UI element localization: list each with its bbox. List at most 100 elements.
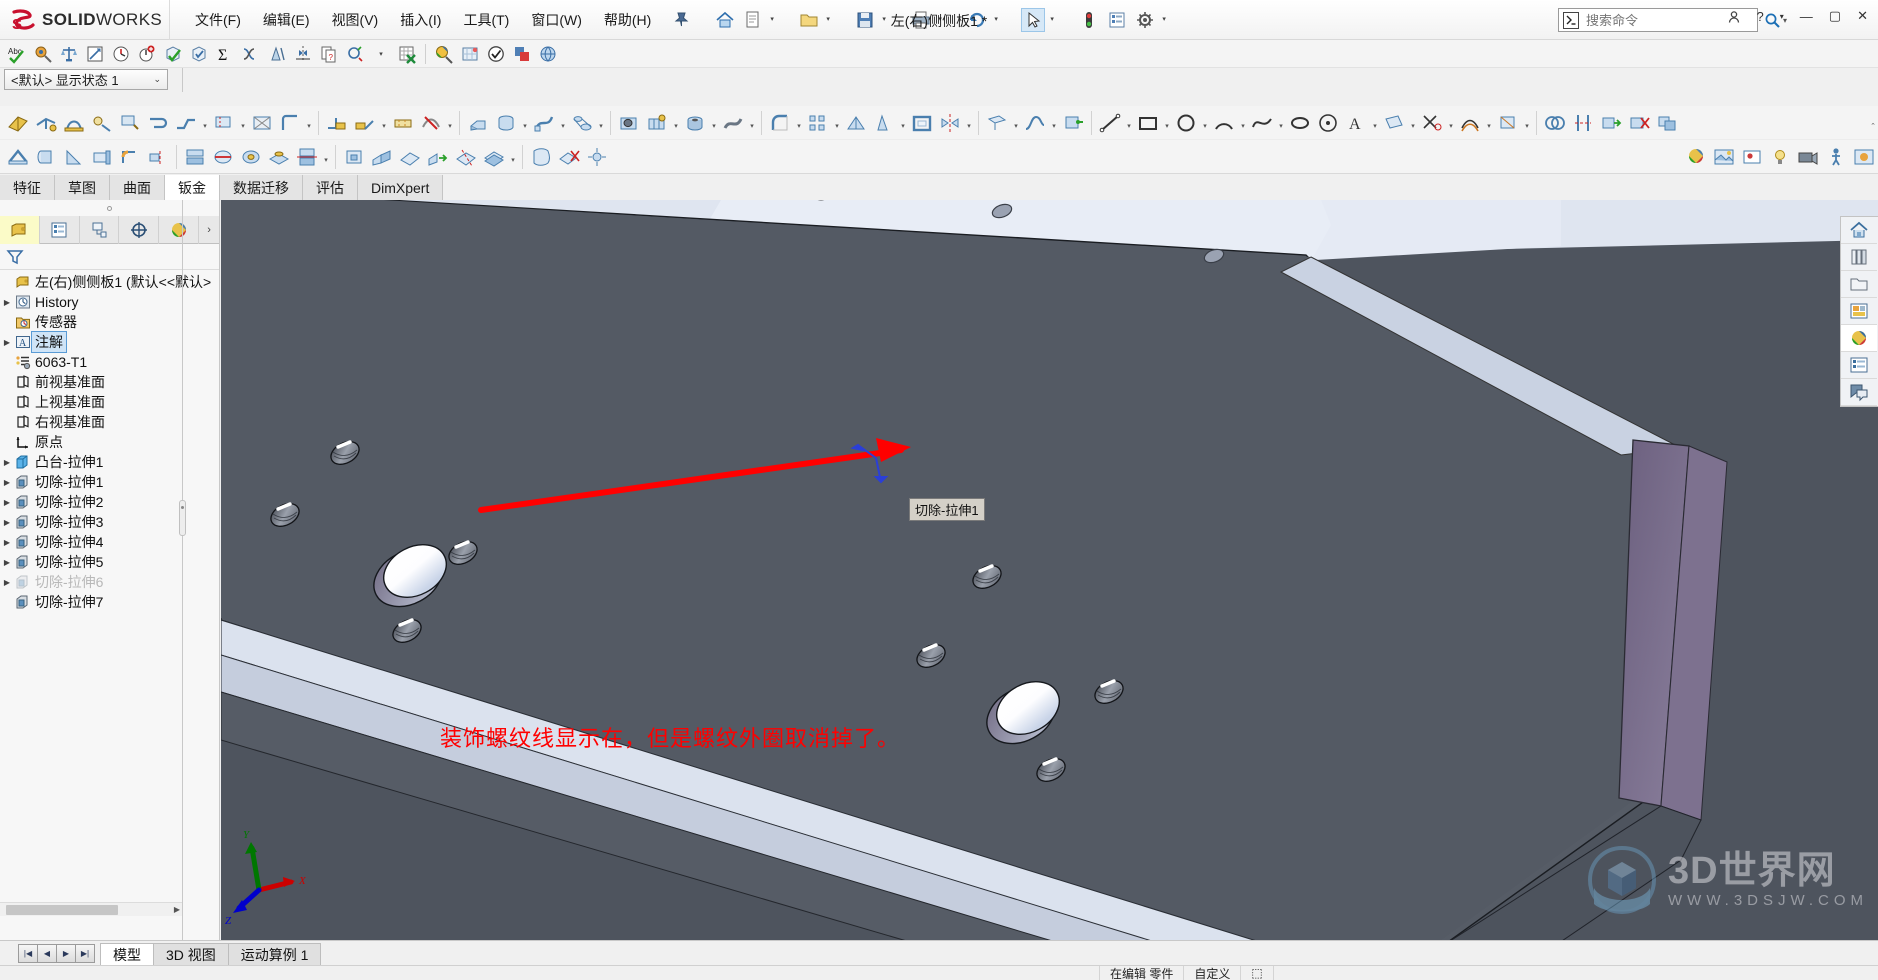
sensor-tool-icon[interactable] bbox=[108, 42, 134, 66]
help-icon[interactable]: ? bbox=[1753, 9, 1768, 24]
fillet-bead-tool-icon[interactable] bbox=[116, 142, 144, 172]
spline-caret-icon[interactable]: ▾ bbox=[1276, 108, 1286, 138]
view-settings-caret-icon[interactable]: ▾ bbox=[1039, 200, 1048, 203]
curvature-tool-icon[interactable] bbox=[238, 42, 264, 66]
swept-boss-tool-icon[interactable] bbox=[530, 108, 558, 138]
flatten-tool-icon[interactable] bbox=[389, 108, 417, 138]
miter-flange-tool-icon[interactable] bbox=[116, 108, 144, 138]
configuration-manager-tab[interactable] bbox=[80, 215, 120, 244]
sketched-bend-caret-icon[interactable]: ▾ bbox=[238, 108, 248, 138]
chevron-down-icon[interactable]: ⌄ bbox=[153, 74, 161, 85]
tree-item-1[interactable]: ▶ History bbox=[0, 292, 219, 312]
tree-scroll-right-arrow[interactable]: ▶ bbox=[174, 905, 180, 914]
swept-cut-caret-icon[interactable]: ▾ bbox=[747, 108, 757, 138]
print-caret-icon[interactable]: ▾ bbox=[938, 9, 960, 31]
mold-tools-icon[interactable] bbox=[181, 142, 209, 172]
apply-scene-caret-icon[interactable]: ▾ bbox=[1002, 200, 1011, 203]
new-document-icon[interactable] bbox=[742, 9, 764, 31]
corner-tool-icon[interactable] bbox=[276, 108, 304, 138]
radiate-surface-tool-icon[interactable] bbox=[583, 142, 611, 172]
draft-tool-icon[interactable] bbox=[870, 108, 898, 138]
tree-item-10[interactable]: ▶ 切除-拉伸1 bbox=[0, 472, 219, 492]
pin-icon[interactable] bbox=[672, 10, 692, 30]
structural-member-tool-icon[interactable] bbox=[32, 142, 60, 172]
expand-arrow-icon[interactable]: ▶ bbox=[0, 558, 14, 567]
filter-icon[interactable] bbox=[4, 247, 26, 267]
planar-surface-tool-icon[interactable] bbox=[396, 142, 424, 172]
circle-tool-icon[interactable] bbox=[1172, 108, 1200, 138]
open-document-caret-icon[interactable]: ▾ bbox=[826, 9, 848, 31]
parting-surface-tool-icon[interactable] bbox=[265, 142, 293, 172]
instant3d-tool-icon[interactable] bbox=[1059, 108, 1087, 138]
feature-manager-tab[interactable] bbox=[0, 215, 40, 244]
decal-tool-icon[interactable] bbox=[1738, 142, 1766, 172]
display-style-caret-icon[interactable]: ▾ bbox=[901, 200, 910, 203]
settings-gear-icon[interactable] bbox=[1134, 9, 1156, 31]
user-account-icon[interactable] bbox=[1723, 8, 1745, 24]
prev-tab-button[interactable]: ◀ bbox=[37, 943, 57, 963]
revolved-boss-caret-icon[interactable]: ▾ bbox=[520, 108, 530, 138]
text-tool-icon[interactable]: A bbox=[1342, 108, 1370, 138]
ellipse-tool-icon[interactable] bbox=[1286, 108, 1314, 138]
design-library-icon[interactable] bbox=[1841, 244, 1877, 271]
realview-tool-icon[interactable] bbox=[431, 42, 457, 66]
manager-tabs-more-icon[interactable]: › bbox=[199, 224, 219, 236]
surface-fill-tool-icon[interactable] bbox=[527, 142, 555, 172]
zoom-to-area-icon[interactable] bbox=[756, 200, 782, 203]
draft-caret-icon[interactable]: ▾ bbox=[898, 108, 908, 138]
point-tool-icon[interactable] bbox=[1314, 108, 1342, 138]
core-tool-icon[interactable] bbox=[340, 142, 368, 172]
open-document-icon[interactable] bbox=[798, 9, 820, 31]
overlay-icon[interactable]: ⬚ bbox=[1241, 966, 1274, 980]
revolved-cut-caret-icon[interactable]: ▾ bbox=[709, 108, 719, 138]
excel-export-tool-icon[interactable] bbox=[394, 42, 420, 66]
fold-tool-icon[interactable] bbox=[351, 108, 379, 138]
check-geometry-tool-icon[interactable] bbox=[160, 42, 186, 66]
custom-properties-icon[interactable] bbox=[1841, 352, 1877, 379]
tree-item-7[interactable]: 右视基准面 bbox=[0, 412, 219, 432]
revolved-boss-tool-icon[interactable] bbox=[492, 108, 520, 138]
thicken-tool-icon[interactable] bbox=[480, 142, 508, 172]
swept-cut-tool-icon[interactable] bbox=[719, 108, 747, 138]
expand-arrow-icon[interactable]: ▶ bbox=[0, 578, 14, 587]
save-caret-icon[interactable]: ▾ bbox=[882, 9, 904, 31]
line-caret-icon[interactable]: ▾ bbox=[1124, 108, 1134, 138]
convert-to-sheetmetal-icon[interactable] bbox=[32, 108, 60, 138]
hide-show-items-icon[interactable] bbox=[911, 200, 937, 203]
tree-item-15[interactable]: ▶ 切除-拉伸6 bbox=[0, 572, 219, 592]
tree-item-11[interactable]: ▶ 切除-拉伸2 bbox=[0, 492, 219, 512]
undo-icon[interactable] bbox=[966, 9, 988, 31]
no-bends-tool-icon[interactable] bbox=[417, 108, 445, 138]
swept-boss-caret-icon[interactable]: ▾ bbox=[558, 108, 568, 138]
sw-resources-icon[interactable] bbox=[1841, 217, 1877, 244]
geometry-analysis-tool-icon[interactable] bbox=[186, 42, 212, 66]
circle-caret-icon[interactable]: ▾ bbox=[1200, 108, 1210, 138]
gusset-tool-icon[interactable] bbox=[60, 142, 88, 172]
convert-caret-icon[interactable]: ▾ bbox=[1522, 108, 1532, 138]
menu-item-edit[interactable]: 编辑(E) bbox=[252, 6, 321, 34]
hide-show-caret-icon[interactable]: ▾ bbox=[938, 200, 947, 203]
view-settings-icon[interactable] bbox=[1012, 200, 1038, 203]
sketched-bend-tool-icon[interactable] bbox=[210, 108, 238, 138]
lofted-boss-tool-icon[interactable] bbox=[568, 108, 596, 138]
revolved-cut-tool-icon[interactable] bbox=[681, 108, 709, 138]
ribbon-a-collapse-icon[interactable]: ⌃ bbox=[1868, 108, 1878, 138]
tree-item-4[interactable]: 6063-T1 bbox=[0, 352, 219, 372]
move-face-tool-icon[interactable] bbox=[1597, 108, 1625, 138]
tab-features[interactable]: 特征 bbox=[0, 175, 55, 200]
tab-evaluate[interactable]: 评估 bbox=[303, 175, 358, 200]
section-properties-tool-icon[interactable] bbox=[82, 42, 108, 66]
compare-documents-tool-icon[interactable]: ? bbox=[316, 42, 342, 66]
file-explorer-icon[interactable] bbox=[1841, 271, 1877, 298]
tab-sheetmetal[interactable]: 钣金 bbox=[165, 175, 220, 200]
tree-item-6[interactable]: 上视基准面 bbox=[0, 392, 219, 412]
mass-properties-tool-icon[interactable] bbox=[56, 42, 82, 66]
rectangle-caret-icon[interactable]: ▾ bbox=[1162, 108, 1172, 138]
last-tab-button[interactable]: ▶| bbox=[75, 943, 95, 963]
parting-line-tool-icon[interactable] bbox=[209, 142, 237, 172]
unfold-tool-icon[interactable] bbox=[323, 108, 351, 138]
rectangle-tool-icon[interactable] bbox=[1134, 108, 1162, 138]
line-tool-icon[interactable] bbox=[1096, 108, 1124, 138]
extend-surface-tool-icon[interactable] bbox=[424, 142, 452, 172]
tab-dimxpert[interactable]: DimXpert bbox=[358, 175, 444, 200]
